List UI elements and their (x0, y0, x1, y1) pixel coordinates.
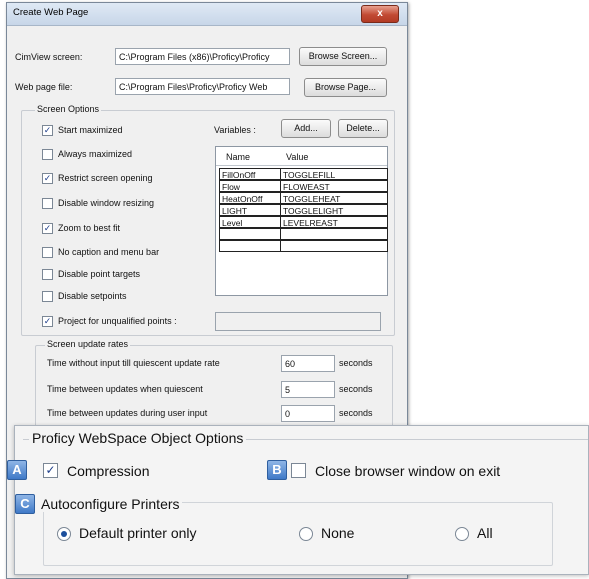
update-rate-field[interactable]: 60 (281, 355, 335, 372)
none-label: None (321, 525, 355, 541)
screen-option-checkbox[interactable] (42, 269, 53, 280)
badge-c: C (15, 494, 35, 514)
screen-option-label: No caption and menu bar (58, 247, 160, 257)
variable-name-cell[interactable]: Level (219, 216, 281, 228)
radio-none[interactable] (299, 527, 313, 541)
screen-option-checkbox[interactable]: ✓ (42, 173, 53, 184)
variable-name-cell[interactable]: HeatOnOff (219, 192, 281, 204)
cimview-screen-label: CimView screen: (15, 52, 83, 62)
variable-value-cell[interactable]: TOGGLEHEAT (280, 192, 388, 204)
screen-option-label: Disable window resizing (58, 198, 155, 208)
check-mark-icon: ✓ (43, 125, 52, 135)
variable-name-cell[interactable]: LIGHT (219, 204, 281, 216)
browse-page-button[interactable]: Browse Page... (304, 78, 387, 97)
screen-options-title: Screen Options (35, 104, 102, 114)
cimview-screen-field[interactable]: C:\Program Files (x86)\Proficy\Proficy (115, 48, 290, 65)
web-page-file-field[interactable]: C:\Program Files\Proficy\Proficy Web (115, 78, 290, 95)
variables-table[interactable]: Name Value FillOnOff TOGGLEFILL Flow FLOWEA… (215, 146, 388, 296)
check-mark-icon: ✓ (43, 316, 52, 326)
variable-name-cell[interactable]: Flow (219, 180, 281, 192)
screen-option-label: Always maximized (58, 149, 133, 159)
close-browser-label: Close browser window on exit (315, 463, 501, 479)
variable-value-cell[interactable]: TOGGLEFILL (280, 168, 388, 180)
project-unqualified-label: Project for unqualified points : (58, 316, 177, 326)
variable-value-cell[interactable]: LEVELREAST (280, 216, 388, 228)
project-field[interactable] (215, 312, 381, 331)
webspace-options-title: Proficy WebSpace Object Options (29, 430, 247, 446)
autoconfigure-printers-title: Autoconfigure Printers (39, 496, 182, 512)
web-page-file-label: Web page file: (15, 82, 73, 92)
screen-option-checkbox[interactable] (42, 149, 53, 160)
variable-value-cell[interactable] (280, 240, 388, 252)
screen-option-label: Zoom to best fit (58, 223, 121, 233)
screen-option-checkbox[interactable] (42, 198, 53, 209)
variable-value-cell[interactable]: TOGGLELIGHT (280, 204, 388, 216)
close-browser-checkbox[interactable] (291, 463, 306, 478)
default-printer-label: Default printer only (79, 525, 197, 541)
check-mark-icon: ✓ (43, 173, 52, 183)
check-mark-icon: ✓ (43, 223, 52, 233)
delete-variable-button[interactable]: Delete... (338, 119, 388, 138)
screen-option-label: Start maximized (58, 125, 123, 135)
variables-label: Variables : (214, 125, 256, 135)
add-variable-button[interactable]: Add... (281, 119, 331, 138)
screen-option-checkbox[interactable]: ✓ (42, 125, 53, 136)
screen-option-checkbox[interactable] (42, 291, 53, 302)
screen-option-checkbox[interactable]: ✓ (42, 223, 53, 234)
all-label: All (477, 525, 493, 541)
update-rate-label: Time without input till quiescent update… (47, 358, 220, 368)
radio-all[interactable] (455, 527, 469, 541)
seconds-unit-label: seconds (339, 408, 373, 418)
check-mark-icon: ✓ (45, 463, 56, 477)
variable-name-cell[interactable] (219, 228, 281, 240)
webspace-options-panel: Proficy WebSpace Object Options A ✓ Comp… (7, 425, 589, 575)
screen-option-checkbox[interactable] (42, 247, 53, 258)
column-header-name: Name (226, 152, 251, 162)
update-rate-label: Time between updates during user input (47, 408, 208, 418)
screen-option-label: Disable setpoints (58, 291, 127, 301)
compression-label: Compression (67, 463, 150, 479)
screen-update-rates-title: Screen update rates (45, 339, 131, 349)
dialog-title: Create Web Page (13, 7, 89, 18)
screen-option-label: Restrict screen opening (58, 173, 153, 183)
seconds-unit-label: seconds (339, 358, 373, 368)
badge-b: B (267, 460, 287, 480)
title-bar: Create Web Page x (7, 3, 407, 26)
variables-table-header: Name Value (216, 147, 387, 166)
variable-name-cell[interactable] (219, 240, 281, 252)
seconds-unit-label: seconds (339, 384, 373, 394)
update-rate-field[interactable]: 5 (281, 381, 335, 398)
radio-default-printer[interactable] (57, 527, 71, 541)
screen-option-label: Disable point targets (58, 269, 141, 279)
browse-screen-button[interactable]: Browse Screen... (299, 47, 387, 66)
column-header-value: Value (286, 152, 309, 162)
variable-value-cell[interactable] (280, 228, 388, 240)
compression-checkbox[interactable]: ✓ (43, 463, 58, 478)
badge-a: A (7, 460, 27, 480)
variable-value-cell[interactable]: FLOWEAST (280, 180, 388, 192)
update-rate-field[interactable]: 0 (281, 405, 335, 422)
variable-name-cell[interactable]: FillOnOff (219, 168, 281, 180)
update-rate-label: Time between updates when quiescent (47, 384, 203, 394)
project-unqualified-checkbox[interactable]: ✓ (42, 316, 53, 327)
close-button[interactable]: x (361, 5, 399, 23)
